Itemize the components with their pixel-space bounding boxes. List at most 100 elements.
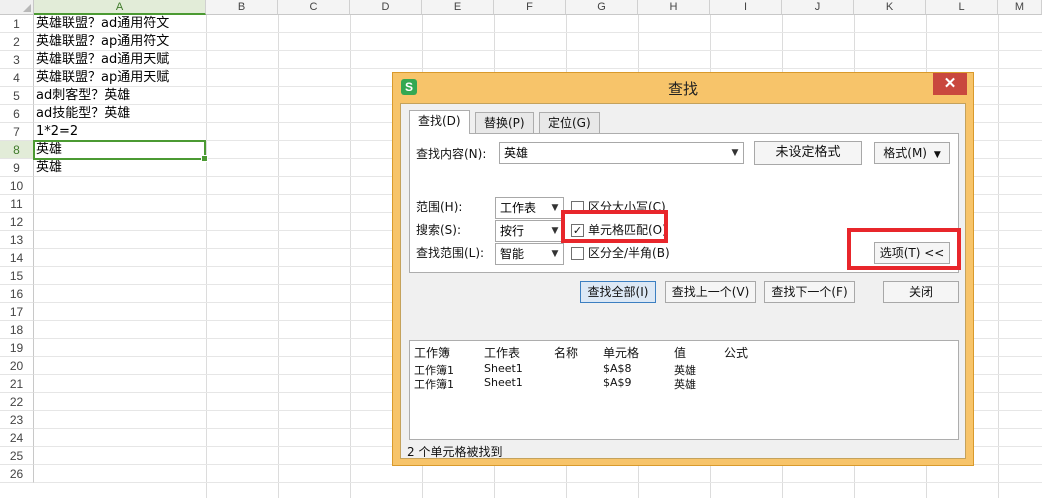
results-header-formula[interactable]: 公式 <box>724 344 748 361</box>
cell-a6[interactable]: ad技能型？英雄 <box>36 105 130 123</box>
row-header-5[interactable]: 5 <box>0 87 34 105</box>
grid-line <box>34 50 1042 51</box>
results-header-book[interactable]: 工作簿 <box>414 344 450 361</box>
find-previous-button[interactable]: 查找上一个(V) <box>665 281 756 303</box>
row-header-9[interactable]: 9 <box>0 159 34 177</box>
row-header-19[interactable]: 19 <box>0 339 34 357</box>
column-header-l[interactable]: L <box>926 0 998 15</box>
scope-value: 工作表 <box>500 201 537 215</box>
row-header-24[interactable]: 24 <box>0 429 34 447</box>
results-header-name[interactable]: 名称 <box>554 344 578 361</box>
tab-goto[interactable]: 定位(G) <box>539 112 600 134</box>
find-content-input[interactable]: 英雄 ▼ <box>499 142 744 164</box>
row-header-22[interactable]: 22 <box>0 393 34 411</box>
result-row-1-cell[interactable]: $A$8 <box>603 362 632 375</box>
no-format-button[interactable]: 未设定格式 <box>754 141 862 165</box>
look-in-value: 智能 <box>500 247 525 261</box>
grid-line <box>350 15 351 498</box>
row-header-7[interactable]: 7 <box>0 123 34 141</box>
row-header-2[interactable]: 2 <box>0 33 34 51</box>
select-all-corner[interactable] <box>0 0 34 15</box>
search-order-select[interactable]: 按行 ▼ <box>495 220 564 242</box>
result-row-1-sheet[interactable]: Sheet1 <box>484 362 523 375</box>
row-header-4[interactable]: 4 <box>0 69 34 87</box>
dialog-body: 查找(D) 替换(P) 定位(G) 查找内容(N): 英雄 ▼ 未设定格式 格式… <box>400 103 966 459</box>
find-content-value: 英雄 <box>504 146 529 160</box>
result-row-2-book[interactable]: 工作簿1 <box>414 376 454 392</box>
row-header-23[interactable]: 23 <box>0 411 34 429</box>
tab-replace[interactable]: 替换(P) <box>475 112 534 134</box>
column-header-g[interactable]: G <box>566 0 638 15</box>
row-header-14[interactable]: 14 <box>0 249 34 267</box>
column-header-i[interactable]: I <box>710 0 782 15</box>
cell-a4[interactable]: 英雄联盟？ap通用天赋 <box>36 69 169 87</box>
row-header-21[interactable]: 21 <box>0 375 34 393</box>
row-header-16[interactable]: 16 <box>0 285 34 303</box>
cell-a1[interactable]: 英雄联盟？ad通用符文 <box>36 15 169 33</box>
search-order-value: 按行 <box>500 224 525 238</box>
chevron-down-icon[interactable]: ▼ <box>727 143 743 163</box>
row-header-10[interactable]: 10 <box>0 177 34 195</box>
column-header-c[interactable]: C <box>278 0 350 15</box>
scope-select[interactable]: 工作表 ▼ <box>495 197 564 219</box>
results-header-sheet[interactable]: 工作表 <box>484 344 520 361</box>
column-header-e[interactable]: E <box>422 0 494 15</box>
look-in-label: 查找范围(L): <box>416 246 485 260</box>
look-in-select[interactable]: 智能 ▼ <box>495 243 564 265</box>
format-button-label: 格式(M) <box>883 146 927 160</box>
highlight-box-options <box>847 228 961 270</box>
active-cell-selection[interactable] <box>33 140 208 162</box>
row-header-15[interactable]: 15 <box>0 267 34 285</box>
match-width-label[interactable]: 区分全/半角(B) <box>588 243 670 263</box>
row-header-11[interactable]: 11 <box>0 195 34 213</box>
row-header-13[interactable]: 13 <box>0 231 34 249</box>
grid-line <box>278 15 279 498</box>
find-next-button[interactable]: 查找下一个(F) <box>764 281 855 303</box>
cell-a9[interactable]: 英雄 <box>36 159 62 177</box>
grid-line <box>34 68 1042 69</box>
status-text: 2 个单元格被找到 <box>407 445 503 459</box>
match-width-checkbox[interactable] <box>571 247 584 260</box>
column-header-d[interactable]: D <box>350 0 422 15</box>
column-header-f[interactable]: F <box>494 0 566 15</box>
column-header-m[interactable]: M <box>998 0 1042 15</box>
result-row-2-value[interactable]: 英雄 <box>674 376 696 392</box>
results-header-value[interactable]: 值 <box>674 344 686 361</box>
result-row-2-cell[interactable]: $A$9 <box>603 376 632 389</box>
grid-line <box>34 482 1042 483</box>
format-button[interactable]: 格式(M) ▼ <box>874 142 950 164</box>
cell-a7[interactable]: 1*2=2 <box>36 123 78 141</box>
row-header-20[interactable]: 20 <box>0 357 34 375</box>
find-all-button[interactable]: 查找全部(I) <box>580 281 656 303</box>
grid-line <box>206 15 207 498</box>
scope-label: 范围(H): <box>416 200 463 214</box>
results-header-cell[interactable]: 单元格 <box>603 344 639 361</box>
column-header-h[interactable]: H <box>638 0 710 15</box>
cell-a5[interactable]: ad刺客型？英雄 <box>36 87 130 105</box>
find-content-label: 查找内容(N): <box>416 147 487 161</box>
cell-a3[interactable]: 英雄联盟？ad通用天赋 <box>36 51 169 69</box>
row-header-17[interactable]: 17 <box>0 303 34 321</box>
column-header-j[interactable]: J <box>782 0 854 15</box>
grid-line <box>998 15 999 498</box>
dialog-title: 查找 <box>667 80 698 98</box>
row-header-12[interactable]: 12 <box>0 213 34 231</box>
close-icon[interactable]: ✕ <box>933 73 967 95</box>
cell-a2[interactable]: 英雄联盟？ap通用符文 <box>36 33 169 51</box>
row-header-26[interactable]: 26 <box>0 465 34 483</box>
dialog-titlebar[interactable]: S 查找 ✕ <box>393 73 973 101</box>
highlight-box-match-cell <box>561 210 668 243</box>
close-button[interactable]: 关闭 <box>883 281 959 303</box>
row-header-18[interactable]: 18 <box>0 321 34 339</box>
row-header-25[interactable]: 25 <box>0 447 34 465</box>
result-row-2-sheet[interactable]: Sheet1 <box>484 376 523 389</box>
row-header-3[interactable]: 3 <box>0 51 34 69</box>
row-header-6[interactable]: 6 <box>0 105 34 123</box>
column-header-k[interactable]: K <box>854 0 926 15</box>
column-header-b[interactable]: B <box>206 0 278 15</box>
row-header-1[interactable]: 1 <box>0 15 34 33</box>
results-list[interactable]: 工作簿 工作表 名称 单元格 值 公式 工作簿1 Sheet1 $A$8 英雄 … <box>409 340 959 440</box>
row-header-8[interactable]: 8 <box>0 141 34 159</box>
column-header-a[interactable]: A <box>34 0 206 15</box>
tab-find[interactable]: 查找(D) <box>409 110 470 134</box>
